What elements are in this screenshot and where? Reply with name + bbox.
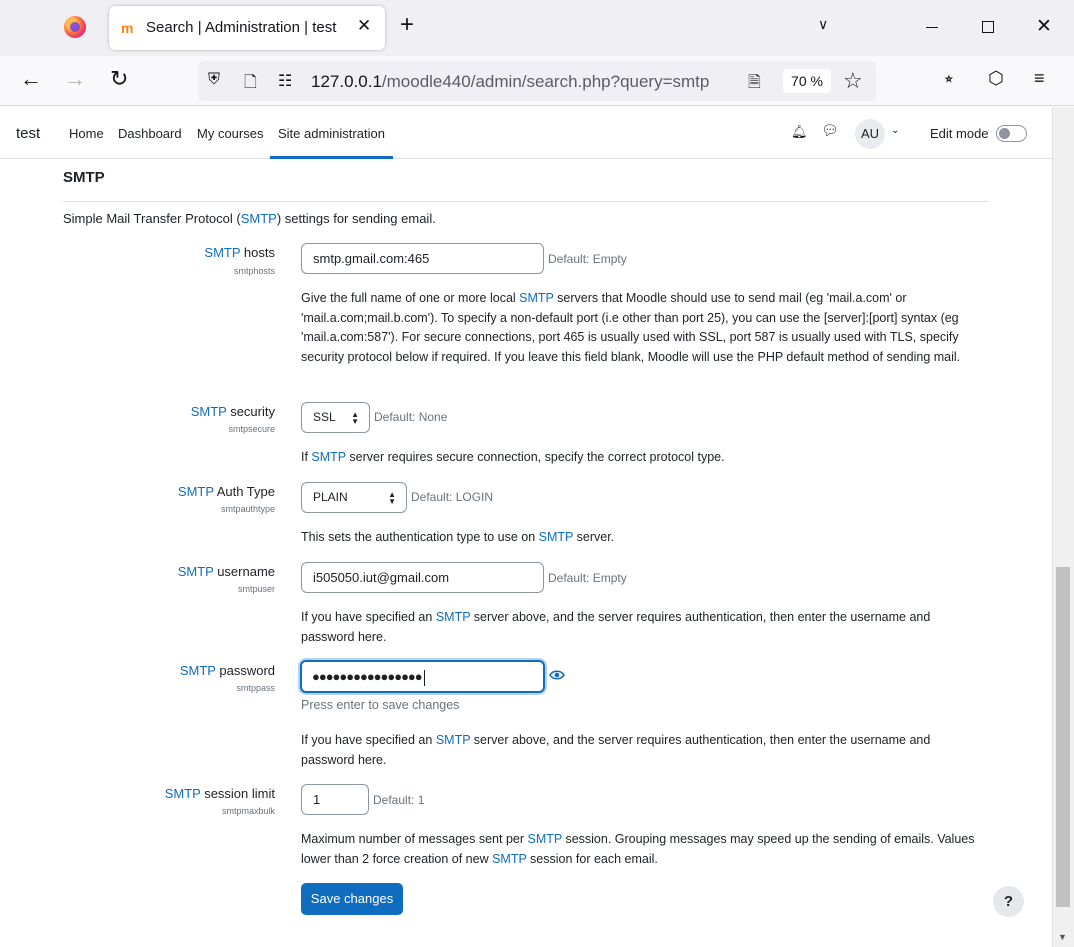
smtp-password-help: If you have specified an SMTP server abo… bbox=[301, 733, 931, 767]
url-text[interactable]: 127.0.0.1/moodle440/admin/search.php?que… bbox=[311, 72, 709, 92]
page-content: test Home Dashboard My courses Site admi… bbox=[0, 107, 1052, 947]
notifications-bell-icon[interactable]: 🔔︎ bbox=[791, 124, 808, 140]
smtp-hosts-input[interactable]: smtp.gmail.com:465 bbox=[301, 243, 544, 274]
smtp-password-key: smtppass bbox=[236, 683, 275, 693]
close-tab-icon[interactable]: ✕ bbox=[357, 16, 371, 36]
show-password-eye-icon[interactable] bbox=[549, 668, 565, 682]
extensions-icon[interactable]: ⬡ bbox=[988, 68, 1004, 89]
nav-my-courses[interactable]: My courses bbox=[197, 126, 263, 141]
user-avatar[interactable]: AU bbox=[855, 119, 885, 149]
smtp-security-label: SMTP security bbox=[190, 404, 275, 419]
nav-site-administration[interactable]: Site administration bbox=[278, 126, 385, 141]
select-caret-icon: ▲ ▼ bbox=[351, 410, 359, 426]
nav-home[interactable]: Home bbox=[69, 126, 104, 141]
minimize-window-icon[interactable] bbox=[926, 27, 938, 28]
smtp-link[interactable]: SMTP bbox=[241, 211, 277, 226]
select-caret-icon: ▲ ▼ bbox=[388, 490, 396, 506]
close-window-icon[interactable]: ✕ bbox=[1036, 15, 1052, 38]
smtp-password-label: SMTP password bbox=[179, 663, 275, 678]
scroll-down-arrow-icon[interactable]: ▼ bbox=[1058, 932, 1067, 942]
help-question-icon[interactable]: ? bbox=[993, 886, 1024, 917]
smtp-authtype-help: This sets the authentication type to use… bbox=[301, 530, 615, 544]
smtp-session-limit-key: smtpmaxbulk bbox=[221, 806, 275, 816]
menu-icon[interactable]: ≡ bbox=[1034, 68, 1045, 89]
smtp-session-limit-default: Default: 1 bbox=[373, 793, 425, 807]
back-icon[interactable]: ← bbox=[20, 66, 42, 92]
browser-nav-bar: ← → ↻ ⛨ 🗋 ☷ 127.0.0.1/moodle440/admin/se… bbox=[0, 56, 1074, 106]
nav-dashboard[interactable]: Dashboard bbox=[118, 126, 182, 141]
smtp-session-limit-label: SMTP session limit bbox=[164, 786, 275, 801]
moodle-navbar: test Home Dashboard My courses Site admi… bbox=[0, 107, 1052, 159]
scrollbar-thumb[interactable] bbox=[1056, 567, 1070, 907]
smtp-security-help: If SMTP server requires secure connectio… bbox=[301, 450, 725, 464]
smtp-security-key: smtpsecure bbox=[228, 424, 275, 434]
moodle-favicon-icon: m bbox=[121, 20, 134, 36]
smtp-username-key: smtpuser bbox=[237, 584, 275, 594]
page-scrollbar[interactable]: ▼ bbox=[1052, 107, 1074, 947]
list-all-tabs-icon[interactable]: ∨ bbox=[818, 16, 828, 33]
active-nav-indicator bbox=[270, 156, 393, 159]
smtp-security-default: Default: None bbox=[374, 410, 448, 424]
smtp-hosts-key: smtphosts bbox=[233, 266, 275, 276]
smtp-hosts-default: Default: Empty bbox=[548, 252, 627, 266]
smtp-security-select[interactable]: SSL ▲ ▼ bbox=[301, 402, 370, 433]
tab-title: Search | Administration | test bbox=[146, 19, 337, 36]
smtp-authtype-default: Default: LOGIN bbox=[411, 490, 494, 504]
forward-icon: → bbox=[64, 66, 86, 91]
text-cursor bbox=[423, 669, 425, 686]
save-changes-button[interactable]: Save changes bbox=[301, 883, 403, 915]
zoom-level[interactable]: 70 % bbox=[783, 69, 831, 93]
new-tab-icon[interactable]: + bbox=[400, 13, 414, 37]
browser-tab-bar: m Search | Administration | test ✕ + ∨ ✕ bbox=[0, 0, 1074, 56]
smtp-hosts-help: Give the full name of one or more local … bbox=[301, 291, 961, 364]
smtp-authtype-label: SMTP Auth Type bbox=[177, 484, 275, 499]
reload-icon[interactable]: ↻ bbox=[110, 66, 128, 92]
edit-mode-label: Edit mode bbox=[930, 126, 989, 141]
pocket-icon[interactable]: ⭒ bbox=[944, 68, 954, 89]
smtp-session-limit-help: Maximum number of messages sent per SMTP… bbox=[301, 832, 975, 866]
browser-tab-active[interactable]: m Search | Administration | test ✕ bbox=[109, 6, 385, 50]
smtp-authtype-select[interactable]: PLAIN ▲ ▼ bbox=[301, 482, 407, 513]
shield-icon[interactable]: ⛨ bbox=[208, 71, 220, 89]
chevron-down-icon[interactable]: ⌄ bbox=[891, 125, 899, 136]
section-title: SMTP bbox=[63, 169, 105, 186]
firefox-logo-icon[interactable] bbox=[64, 16, 86, 38]
smtp-username-help: If you have specified an SMTP server abo… bbox=[301, 610, 931, 644]
page-info-icon[interactable]: 🗋 bbox=[244, 71, 257, 98]
smtp-hosts-label: SMTP hosts bbox=[204, 245, 275, 260]
smtp-password-hint: Press enter to save changes bbox=[301, 698, 460, 712]
permissions-icon[interactable]: ☷ bbox=[278, 71, 292, 91]
smtp-authtype-key: smtpauthtype bbox=[220, 504, 275, 514]
site-brand[interactable]: test bbox=[16, 125, 40, 142]
smtp-session-limit-input[interactable]: 1 bbox=[301, 784, 369, 815]
messages-icon[interactable]: 💬︎ bbox=[821, 122, 839, 139]
section-description: Simple Mail Transfer Protocol (SMTP) set… bbox=[63, 211, 436, 226]
maximize-window-icon[interactable] bbox=[982, 21, 994, 33]
smtp-username-default: Default: Empty bbox=[548, 571, 627, 585]
section-divider bbox=[63, 201, 989, 202]
edit-mode-toggle[interactable] bbox=[996, 125, 1027, 142]
bookmark-star-icon[interactable]: ☆ bbox=[843, 68, 863, 94]
toggle-knob bbox=[999, 128, 1010, 139]
smtp-username-label: SMTP username bbox=[177, 564, 275, 579]
reader-view-icon[interactable]: 🗎 bbox=[748, 71, 761, 98]
smtp-password-input[interactable]: ●●●●●●●●●●●●●●●● bbox=[300, 660, 545, 693]
smtp-username-input[interactable]: i505050.iut@gmail.com bbox=[301, 562, 544, 593]
url-bar[interactable]: ⛨ 🗋 ☷ 127.0.0.1/moodle440/admin/search.p… bbox=[198, 61, 876, 101]
